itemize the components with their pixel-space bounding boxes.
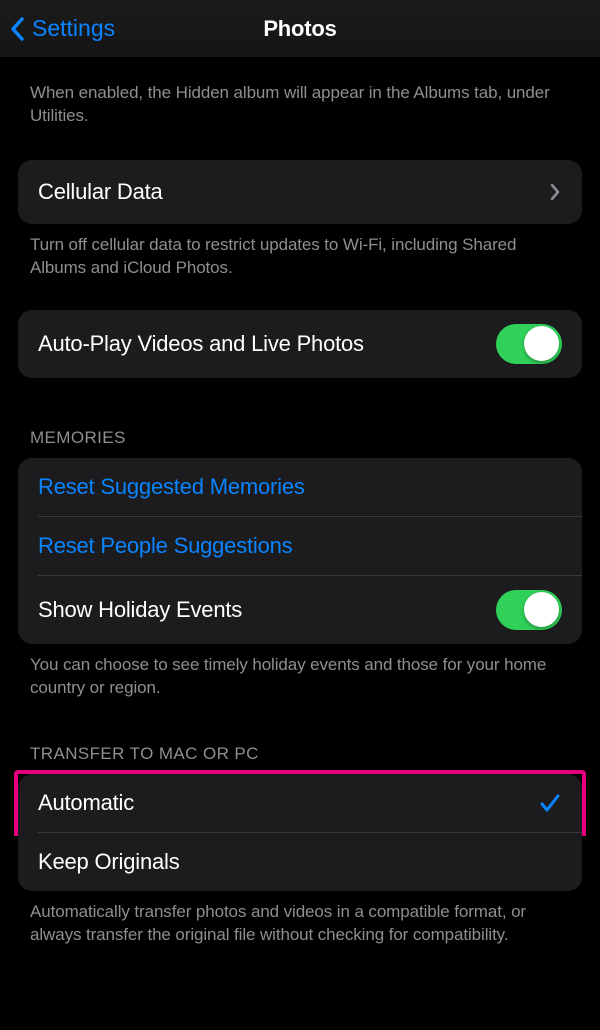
toggle-knob: [524, 592, 559, 627]
memories-header: MEMORIES: [0, 428, 600, 448]
chevron-left-icon: [8, 14, 26, 44]
autoplay-row[interactable]: Auto-Play Videos and Live Photos: [18, 310, 582, 378]
show-holiday-events-row[interactable]: Show Holiday Events: [18, 576, 582, 644]
toggle-knob: [524, 326, 559, 361]
reset-people-suggestions-label: Reset People Suggestions: [38, 533, 562, 559]
transfer-header: TRANSFER TO MAC OR PC: [0, 744, 600, 764]
cellular-data-row[interactable]: Cellular Data: [18, 160, 582, 224]
reset-people-suggestions-row[interactable]: Reset People Suggestions: [18, 517, 582, 575]
transfer-footer: Automatically transfer photos and videos…: [0, 901, 600, 947]
checkmark-icon: [538, 791, 562, 815]
transfer-keep-originals-label: Keep Originals: [38, 849, 562, 875]
show-holiday-events-label: Show Holiday Events: [38, 597, 496, 623]
autoplay-label: Auto-Play Videos and Live Photos: [38, 331, 496, 357]
memories-footer: You can choose to see timely holiday eve…: [0, 654, 600, 700]
cellular-data-group: Cellular Data: [18, 160, 582, 224]
page-title: Photos: [263, 16, 336, 42]
transfer-automatic-label: Automatic: [38, 790, 538, 816]
autoplay-toggle[interactable]: [496, 324, 562, 364]
highlight-annotation: Automatic: [14, 770, 586, 836]
memories-group: Reset Suggested Memories Reset People Su…: [18, 458, 582, 644]
cellular-data-label: Cellular Data: [38, 179, 550, 205]
holiday-events-toggle[interactable]: [496, 590, 562, 630]
reset-suggested-memories-row[interactable]: Reset Suggested Memories: [18, 458, 582, 516]
transfer-keep-originals-row[interactable]: Keep Originals: [18, 833, 582, 891]
hidden-album-footer: When enabled, the Hidden album will appe…: [0, 82, 600, 128]
settings-content: When enabled, the Hidden album will appe…: [0, 58, 600, 947]
back-label: Settings: [32, 15, 115, 42]
transfer-group-rest: Keep Originals: [18, 832, 582, 891]
cellular-data-footer: Turn off cellular data to restrict updat…: [0, 234, 600, 280]
chevron-right-icon: [550, 182, 562, 202]
autoplay-group: Auto-Play Videos and Live Photos: [18, 310, 582, 378]
reset-suggested-memories-label: Reset Suggested Memories: [38, 474, 562, 500]
back-button[interactable]: Settings: [8, 0, 115, 57]
transfer-automatic-row[interactable]: Automatic: [18, 774, 582, 832]
navigation-bar: Settings Photos: [0, 0, 600, 58]
